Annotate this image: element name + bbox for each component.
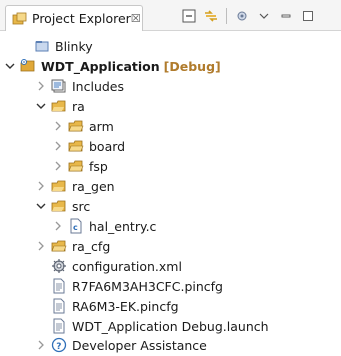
collapse-all-icon[interactable] — [180, 8, 198, 24]
tree-item-label: ra — [72, 98, 85, 114]
chevron-right-icon[interactable] — [51, 219, 65, 233]
tree-item-developer-assistance[interactable]: ? Developer Assistance — [34, 335, 207, 355]
view-header: Project Explorer ☒ — [0, 0, 341, 31]
minimize-icon[interactable] — [277, 8, 295, 24]
tree-item-blinky[interactable]: Blinky — [17, 36, 93, 56]
gear-file-icon — [51, 258, 67, 274]
source-folder-icon — [51, 198, 67, 214]
tree-item-fsp[interactable]: fsp — [51, 156, 108, 176]
chevron-right-icon[interactable] — [51, 119, 65, 133]
tree-item-label: WDT_Application Debug.launch — [72, 318, 269, 334]
tree-item-label: Includes — [72, 78, 125, 94]
source-folder-icon — [51, 178, 67, 194]
chevron-right-icon[interactable] — [34, 338, 48, 352]
tree-item-launch[interactable]: WDT_Application Debug.launch — [34, 316, 269, 336]
source-folder-icon — [51, 98, 67, 114]
chevron-right-icon[interactable] — [34, 239, 48, 253]
folder-icon — [68, 138, 84, 154]
project-explorer-icon — [12, 11, 28, 27]
tree-item-arm[interactable]: arm — [51, 116, 114, 136]
tree-item-label: board — [89, 138, 126, 154]
tree-item-pincfg-ra6m3[interactable]: RA6M3-EK.pincfg — [34, 296, 179, 316]
view-toolbar — [180, 8, 321, 24]
tab-project-explorer[interactable]: Project Explorer ☒ — [5, 5, 143, 31]
svg-text:?: ? — [56, 342, 61, 352]
project-folder-icon — [20, 58, 36, 74]
tree-item-label: fsp — [89, 158, 108, 174]
folder-icon — [68, 118, 84, 134]
filter-icon[interactable] — [233, 8, 251, 24]
folder-icon — [68, 158, 84, 174]
chevron-right-icon[interactable] — [34, 79, 48, 93]
help-icon: ? — [51, 337, 67, 353]
tree-item-label: Developer Assistance — [72, 337, 207, 353]
tree-item-label: hal_entry.c — [89, 218, 157, 234]
build-config-label: [Debug] — [163, 58, 221, 74]
tree-item-pincfg-r7fa[interactable]: R7FA6M3AH3CFC.pincfg — [34, 276, 223, 296]
tree-item-label: RA6M3-EK.pincfg — [72, 298, 179, 314]
includes-icon — [51, 78, 67, 94]
tree-item-label: configuration.xml — [72, 258, 182, 274]
chevron-right-icon[interactable] — [51, 139, 65, 153]
text-file-icon — [51, 298, 67, 314]
chevron-down-icon[interactable] — [3, 59, 17, 73]
tree-item-board[interactable]: board — [51, 136, 125, 156]
chevron-down-icon[interactable] — [34, 199, 48, 213]
view-menu-icon[interactable] — [255, 8, 273, 24]
tree-item-ra[interactable]: ra — [34, 96, 85, 116]
tree-item-label: Blinky — [55, 38, 93, 54]
tree-item-label: arm — [89, 118, 114, 134]
text-file-icon — [51, 318, 67, 334]
folder-icon — [51, 238, 67, 254]
svg-text:c: c — [73, 223, 78, 232]
maximize-icon[interactable] — [299, 8, 317, 24]
project-name: WDT_Application — [41, 58, 160, 74]
closed-project-icon — [34, 38, 50, 54]
chevron-right-icon[interactable] — [51, 159, 65, 173]
tree-item-label: ra_cfg — [72, 238, 111, 254]
tree-item-ra-cfg[interactable]: ra_cfg — [34, 236, 110, 256]
c-file-icon: c — [68, 218, 84, 234]
tree-item-configuration-xml[interactable]: configuration.xml — [34, 256, 182, 276]
chevron-right-icon[interactable] — [34, 179, 48, 193]
close-icon[interactable]: ☒ — [131, 12, 141, 25]
tab-label: Project Explorer — [32, 11, 131, 26]
tree-item-hal-entry[interactable]: c hal_entry.c — [51, 216, 156, 236]
tree-item-label: src — [72, 198, 91, 214]
text-file-icon — [51, 278, 67, 294]
tree-item-includes[interactable]: Includes — [34, 76, 124, 96]
link-with-editor-icon[interactable] — [202, 8, 220, 24]
tree-item-wdt-application[interactable]: WDT_Application [Debug] — [3, 56, 221, 76]
tree-item-label: R7FA6M3AH3CFC.pincfg — [72, 278, 223, 294]
chevron-down-icon[interactable] — [34, 99, 48, 113]
tree-item-src[interactable]: src — [34, 196, 90, 216]
tree-item-label: ra_gen — [72, 178, 115, 194]
tree-item-ra-gen[interactable]: ra_gen — [34, 176, 115, 196]
toolbar-separator — [226, 8, 227, 24]
